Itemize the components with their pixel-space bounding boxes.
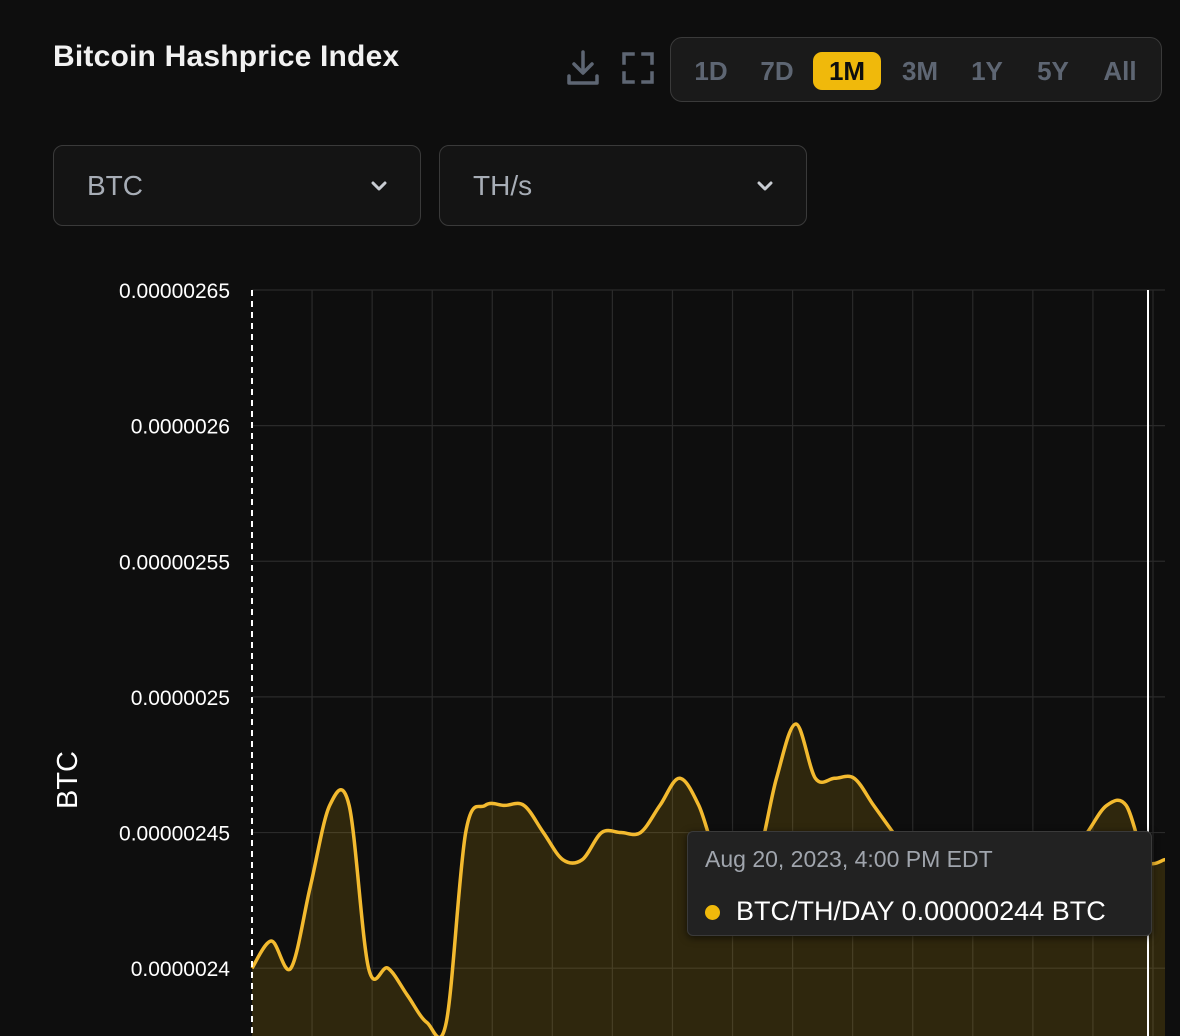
y-tick-label: 0.0000026 xyxy=(131,416,230,439)
chart-tooltip: Aug 20, 2023, 4:00 PM EDT BTC/TH/DAY 0.0… xyxy=(687,831,1152,936)
y-tick-label: 0.00000265 xyxy=(119,280,230,303)
fullscreen-icon[interactable] xyxy=(618,48,658,88)
range-tab-1d[interactable]: 1D xyxy=(683,52,739,90)
hash-unit-select-value: TH/s xyxy=(473,170,533,201)
range-tab-7d[interactable]: 7D xyxy=(749,52,805,90)
range-tab-1y[interactable]: 1Y xyxy=(961,52,1013,90)
y-tick-label: 0.0000024 xyxy=(131,958,231,981)
chevron-down-icon xyxy=(370,179,388,197)
range-tab-1m[interactable]: 1M xyxy=(813,52,881,90)
range-tab-3m[interactable]: 3M xyxy=(889,52,951,90)
tooltip-value: 0.00000244 BTC xyxy=(901,896,1106,926)
currency-select[interactable]: BTC xyxy=(53,145,421,226)
series-dot-icon xyxy=(705,905,720,920)
currency-select-value: BTC xyxy=(87,170,143,201)
range-tab-5y[interactable]: 5Y xyxy=(1025,52,1081,90)
chevron-down-icon xyxy=(756,179,774,197)
download-icon[interactable] xyxy=(563,48,603,88)
y-tick-label: 0.0000025 xyxy=(131,687,230,710)
time-range-selector: 1D 7D 1M 3M 1Y 5Y All xyxy=(670,37,1162,102)
y-tick-label: 0.00000255 xyxy=(119,551,230,574)
y-tick-label: 0.00000245 xyxy=(119,823,230,846)
page-title: Bitcoin Hashprice Index xyxy=(53,40,400,73)
range-tab-all[interactable]: All xyxy=(1091,52,1149,90)
tooltip-series-value: BTC/TH/DAY 0.00000244 BTC xyxy=(736,896,1106,927)
tooltip-date: Aug 20, 2023, 4:00 PM EDT xyxy=(705,846,993,872)
y-axis-label: BTC xyxy=(52,751,84,809)
tooltip-series-name: BTC/TH/DAY xyxy=(736,896,895,926)
hash-unit-select[interactable]: TH/s xyxy=(439,145,807,226)
